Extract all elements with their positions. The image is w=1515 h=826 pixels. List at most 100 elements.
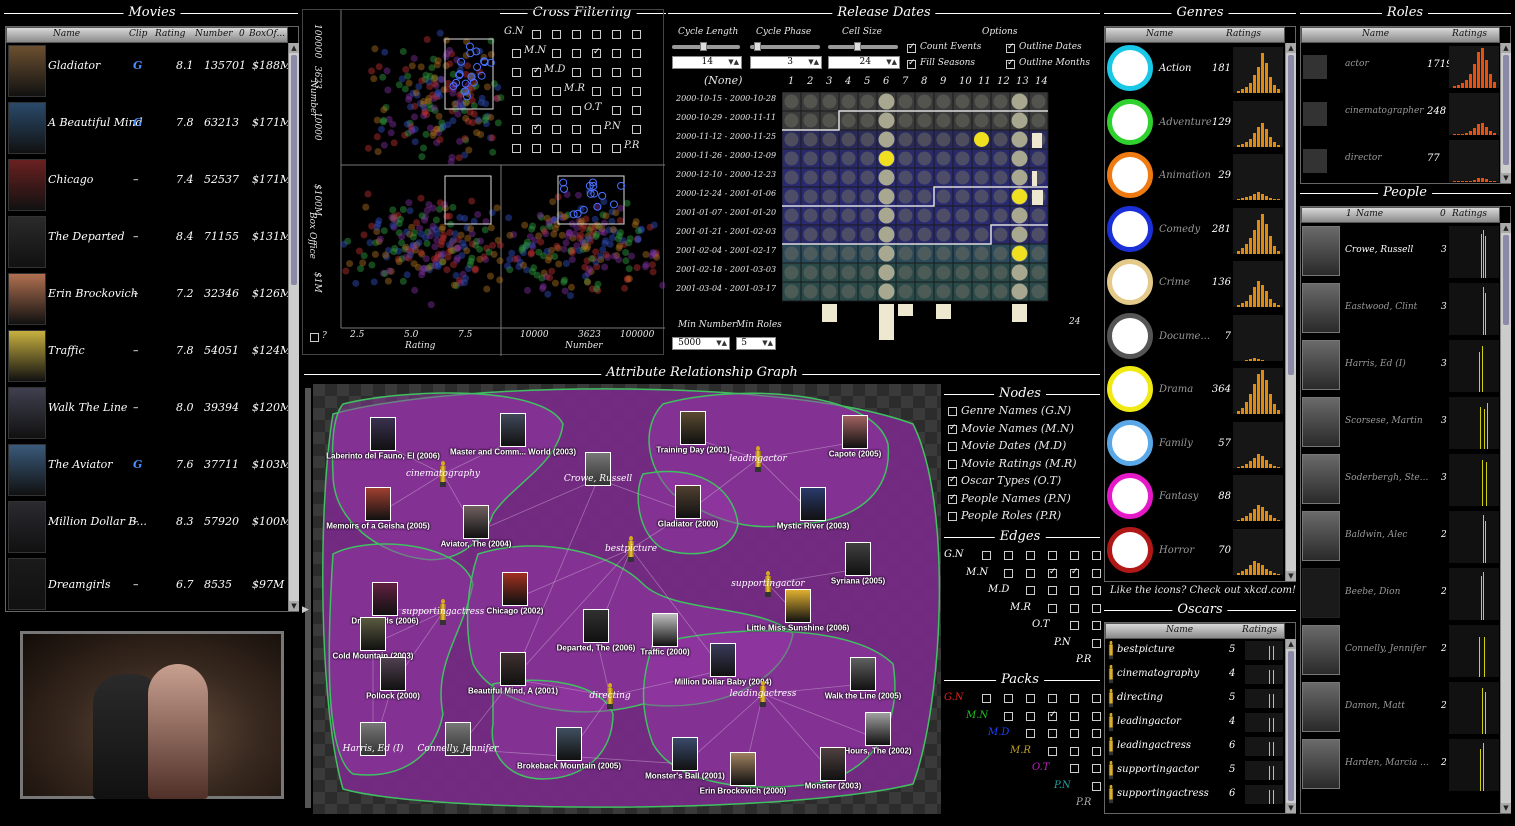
grid-checkbox[interactable] <box>1092 638 1101 648</box>
oscars-scroll-up-icon[interactable]: ▲ <box>1286 639 1296 649</box>
movie-row[interactable]: Million Dollar B... –8.3 57920 $100M <box>6 499 291 556</box>
grid-checkbox[interactable] <box>1070 711 1079 721</box>
people-scrollbar[interactable]: ▲ ▼ <box>1500 223 1511 813</box>
cross-filter-checkbox[interactable] <box>592 125 601 134</box>
outline-months-checkbox[interactable] <box>1006 58 1015 69</box>
movie-node-label[interactable]: Hours, The (2002) <box>844 747 911 756</box>
col-sort-index[interactable]: 0 <box>239 29 245 39</box>
genres-col-name[interactable]: Name <box>1146 29 1173 39</box>
grid-checkbox[interactable] <box>1048 729 1057 738</box>
oscars-col-name[interactable]: Name <box>1166 625 1193 635</box>
people-sort-index[interactable]: 1 <box>1346 209 1352 219</box>
movie-node-label[interactable]: Syriana (2005) <box>831 577 885 586</box>
grid-checkbox[interactable] <box>1026 586 1035 595</box>
cross-filter-checkbox[interactable] <box>532 87 541 96</box>
movie-row[interactable]: Erin Brockovich – 7.2 32346 $126M <box>6 271 291 328</box>
node-type-checkbox[interactable] <box>948 512 957 521</box>
arg-left-arrow-icon[interactable]: ▶ <box>302 605 309 615</box>
arg-left-scrollbar[interactable] <box>305 388 311 808</box>
grid-checkbox[interactable] <box>982 694 991 703</box>
person-node-label[interactable]: Harris, Ed (I) <box>343 744 404 754</box>
movie-row[interactable]: The Departed – 8.4 71155 $131M <box>6 214 291 271</box>
cross-filter-checkbox[interactable] <box>552 30 561 39</box>
movie-node-poster[interactable] <box>652 613 678 647</box>
movie-clip-icon[interactable]: – <box>133 344 139 357</box>
oscar-row[interactable]: leadingactor 4 <box>1105 711 1285 734</box>
grid-checkbox[interactable] <box>1092 603 1101 613</box>
cross-filter-checkbox[interactable] <box>632 49 641 58</box>
grid-checkbox[interactable] <box>1092 729 1101 738</box>
grid-checkbox[interactable] <box>1048 746 1057 756</box>
scroll-up-arrow-icon[interactable]: ▲ <box>289 43 299 53</box>
movie-clip-icon[interactable]: G <box>133 116 142 129</box>
cross-filter-checkbox[interactable] <box>592 87 601 96</box>
movie-node-poster[interactable] <box>502 572 528 606</box>
person-row[interactable]: Scorsese, Martin 3 <box>1301 394 1500 451</box>
cross-filter-checkbox[interactable] <box>512 68 521 77</box>
calendar-row-label[interactable]: 2001-02-18 - 2001-03-03 <box>676 265 776 274</box>
min-roles-input[interactable]: 5 <box>736 337 776 350</box>
genre-row[interactable]: Crime 136 <box>1105 257 1285 310</box>
grid-checkbox[interactable] <box>1048 586 1057 595</box>
movie-node-poster[interactable] <box>710 643 736 677</box>
person-row[interactable]: Soderbergh, Ste... 3 <box>1301 451 1500 508</box>
col-boxoffice[interactable]: BoxOf... <box>249 29 285 39</box>
cross-filter-checkbox[interactable] <box>632 106 641 115</box>
roles-scrollbar[interactable]: ▲ ▼ <box>1500 43 1511 183</box>
person-row[interactable]: Connelly, Jennifer 2 <box>1301 622 1500 679</box>
cross-filter-checkbox[interactable] <box>612 68 621 77</box>
oscar-node-label[interactable]: cinematography <box>406 469 480 479</box>
oscar-node-label[interactable]: supportingactress <box>402 607 485 617</box>
movie-row[interactable]: The Aviator G 7.6 37711 $103M <box>6 442 291 499</box>
movie-node-label[interactable]: Erin Brockovich (2000) <box>700 787 787 796</box>
movie-node-poster[interactable] <box>730 752 756 786</box>
person-row[interactable]: Harden, Marcia ... 2 <box>1301 736 1500 793</box>
oscar-row[interactable]: directing 5 <box>1105 687 1285 710</box>
col-number[interactable]: Number <box>195 29 233 39</box>
genres-scrollbar[interactable]: ▲ ▼ <box>1285 43 1296 581</box>
movie-node-label[interactable]: Chicago (2002) <box>487 607 544 616</box>
calendar-row-label[interactable]: 2000-12-24 - 2001-01-06 <box>676 189 776 198</box>
roles-scroll-up-icon[interactable]: ▲ <box>1501 43 1511 53</box>
oscar-row[interactable]: bestpicture 5 <box>1105 639 1285 662</box>
oscar-node-label[interactable]: bestpicture <box>605 544 657 554</box>
people-scroll-down-icon[interactable]: ▼ <box>1501 803 1511 813</box>
movie-node-poster[interactable] <box>360 617 386 651</box>
cross-filter-checkbox[interactable] <box>552 106 561 115</box>
person-node-label[interactable]: Crowe, Russell <box>564 474 632 484</box>
node-type-checkbox[interactable] <box>948 442 957 451</box>
movie-node-label[interactable]: Beautiful Mind, A (2001) <box>468 687 558 696</box>
movie-node-poster[interactable] <box>842 415 868 449</box>
person-row[interactable]: Beebe, Dion 2 <box>1301 565 1500 622</box>
movie-node-poster[interactable] <box>820 747 846 781</box>
grid-checkbox[interactable] <box>1092 764 1101 773</box>
grid-checkbox[interactable] <box>1092 781 1101 791</box>
cross-filter-checkbox[interactable] <box>572 30 581 39</box>
movie-node-label[interactable]: Pollock (2000) <box>366 692 420 701</box>
cross-filter-checkbox[interactable] <box>552 87 561 96</box>
calendar-row-label[interactable]: 2001-01-07 - 2001-01-20 <box>676 208 776 217</box>
grid-checkbox[interactable] <box>1092 568 1101 578</box>
cross-filter-checkbox[interactable] <box>532 30 541 39</box>
role-row[interactable]: cinematographer 248 <box>1301 90 1500 136</box>
scroll-down-arrow-icon[interactable]: ▼ <box>289 601 299 611</box>
movie-node-poster[interactable] <box>380 657 406 691</box>
grid-checkbox[interactable] <box>1048 551 1057 560</box>
calendar-row-label[interactable]: 2000-11-26 - 2000-12-09 <box>676 151 776 160</box>
grid-checkbox[interactable] <box>1048 694 1057 703</box>
col-clip[interactable]: Clip <box>129 29 147 39</box>
person-row[interactable]: Harris, Ed (I) 3 <box>1301 337 1500 394</box>
calendar-row-label[interactable]: 2000-12-10 - 2000-12-23 <box>676 170 776 179</box>
genres-col-ratings[interactable]: Ratings <box>1226 29 1261 39</box>
calendar-row-label[interactable]: 2001-03-04 - 2001-03-17 <box>676 284 776 293</box>
people-scroll-thumb[interactable] <box>1503 235 1509 325</box>
cross-filter-checkbox[interactable] <box>572 125 581 134</box>
grid-checkbox[interactable] <box>1092 711 1101 721</box>
cross-filter-checkbox[interactable] <box>612 87 621 96</box>
cycle-phase-slider[interactable] <box>750 42 820 51</box>
roles-col-name[interactable]: Name <box>1362 29 1389 39</box>
genres-scroll-thumb[interactable] <box>1288 55 1294 375</box>
movie-node-poster[interactable] <box>865 712 891 746</box>
oscars-scroll-down-icon[interactable]: ▼ <box>1286 803 1296 813</box>
grid-checkbox[interactable] <box>1026 711 1035 721</box>
